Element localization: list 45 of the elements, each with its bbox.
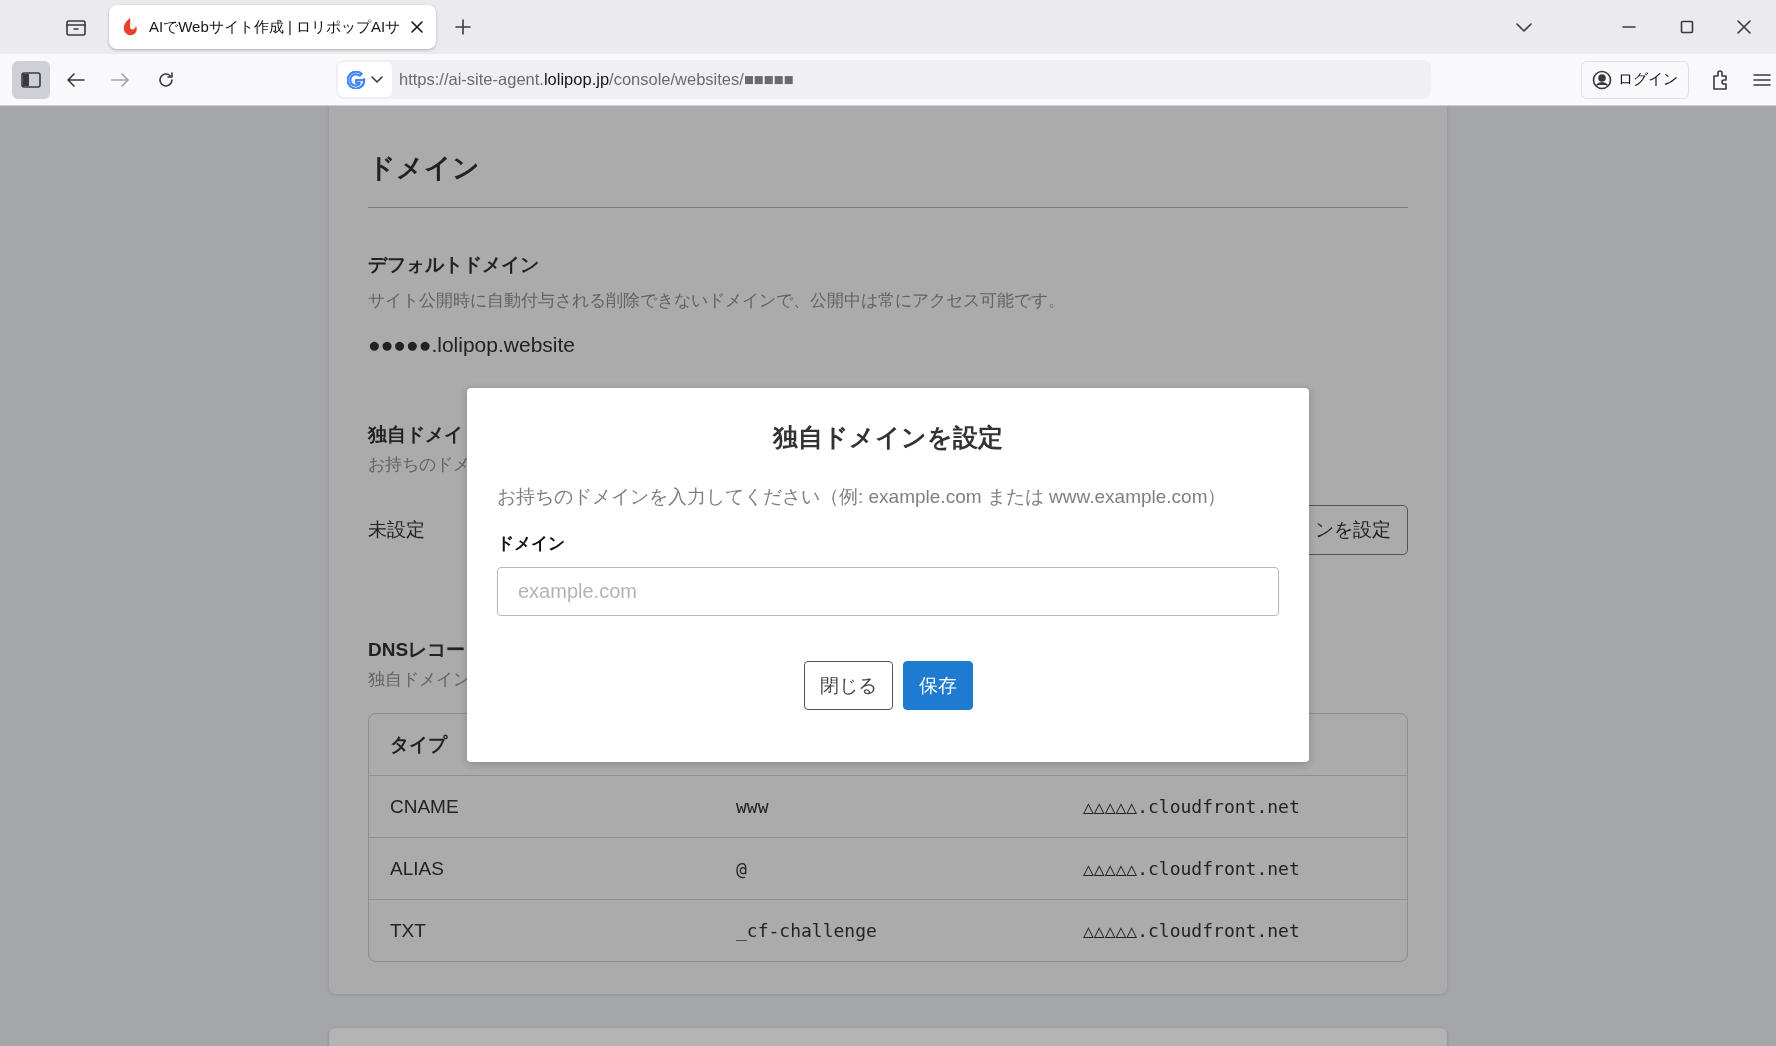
address-bar[interactable]: https://ai-site-agent.lolipop.jp/console/websites/■■■■■ xyxy=(336,60,1431,99)
page-title: ドメイン xyxy=(368,152,481,185)
chevron-down-icon[interactable] xyxy=(1515,21,1533,33)
search-engine-button[interactable] xyxy=(338,62,392,97)
close-icon[interactable] xyxy=(410,20,425,34)
new-tab-icon[interactable] xyxy=(454,18,473,36)
tab-list-icon[interactable] xyxy=(65,17,87,37)
sidebar-toggle-button[interactable] xyxy=(12,60,50,99)
table-cell-text: _cf-challenge xyxy=(735,920,878,941)
section-heading: デフォルトドメイン xyxy=(368,253,539,277)
table-cell-text: @ xyxy=(735,858,748,879)
field-label: ドメイン xyxy=(497,533,565,555)
close-button[interactable]: 閉じる xyxy=(803,661,893,710)
table-cell-text: CNAME xyxy=(389,795,460,818)
google-g-icon xyxy=(347,70,365,89)
modal-title: 独自ドメインを設定 xyxy=(773,422,1003,453)
sidebar-icon xyxy=(21,71,41,88)
section-heading: 独自ドメイ xyxy=(368,423,463,447)
table-cell-text: www xyxy=(735,796,770,817)
browser-tab[interactable]: AIでWebサイト作成 | ロリポップAIサ xyxy=(109,5,437,49)
back-arrow-icon[interactable] xyxy=(66,71,86,88)
section-heading: DNSレコー xyxy=(368,638,466,662)
table-cell-text: ALIAS xyxy=(389,857,445,880)
flame-icon xyxy=(121,17,139,37)
domain-value: ●●●●●.lolipop.website xyxy=(368,332,575,358)
chevron-down-icon xyxy=(371,75,383,84)
modal-description: お持ちのドメインを入力してください（例: example.com または www.example.com） xyxy=(497,485,1227,509)
close-icon[interactable] xyxy=(1736,19,1752,35)
save-button[interactable]: 保存 xyxy=(902,661,973,710)
section-description: お持ちのドメ xyxy=(368,454,470,475)
table-cell-text: △△△△△.cloudfront.net xyxy=(1082,858,1301,879)
url-text: https://ai-site-agent.lolipop.jp/console/websites/■■■■■ xyxy=(399,70,794,89)
reload-icon[interactable] xyxy=(156,69,176,90)
column-header: タイプ xyxy=(389,732,449,757)
table-cell-text: △△△△△.cloudfront.net xyxy=(1082,920,1301,941)
login-button[interactable]: ログイン xyxy=(1581,60,1689,99)
table-cell-text: △△△△△.cloudfront.net xyxy=(1082,796,1301,817)
maximize-icon[interactable] xyxy=(1680,20,1694,34)
menu-icon[interactable] xyxy=(1753,72,1771,87)
domain-input-field[interactable]: example.com xyxy=(497,567,1279,616)
tab-title: AIでWebサイト作成 | ロリポップAIサ xyxy=(149,17,401,37)
account-icon xyxy=(1592,69,1612,90)
section-description: サイト公開時に自動付与される削除できないドメインで、公開中は常にアクセス可能です。 xyxy=(368,290,1065,311)
table-cell-text: TXT xyxy=(389,919,427,942)
status-text: 未設定 xyxy=(368,518,425,542)
